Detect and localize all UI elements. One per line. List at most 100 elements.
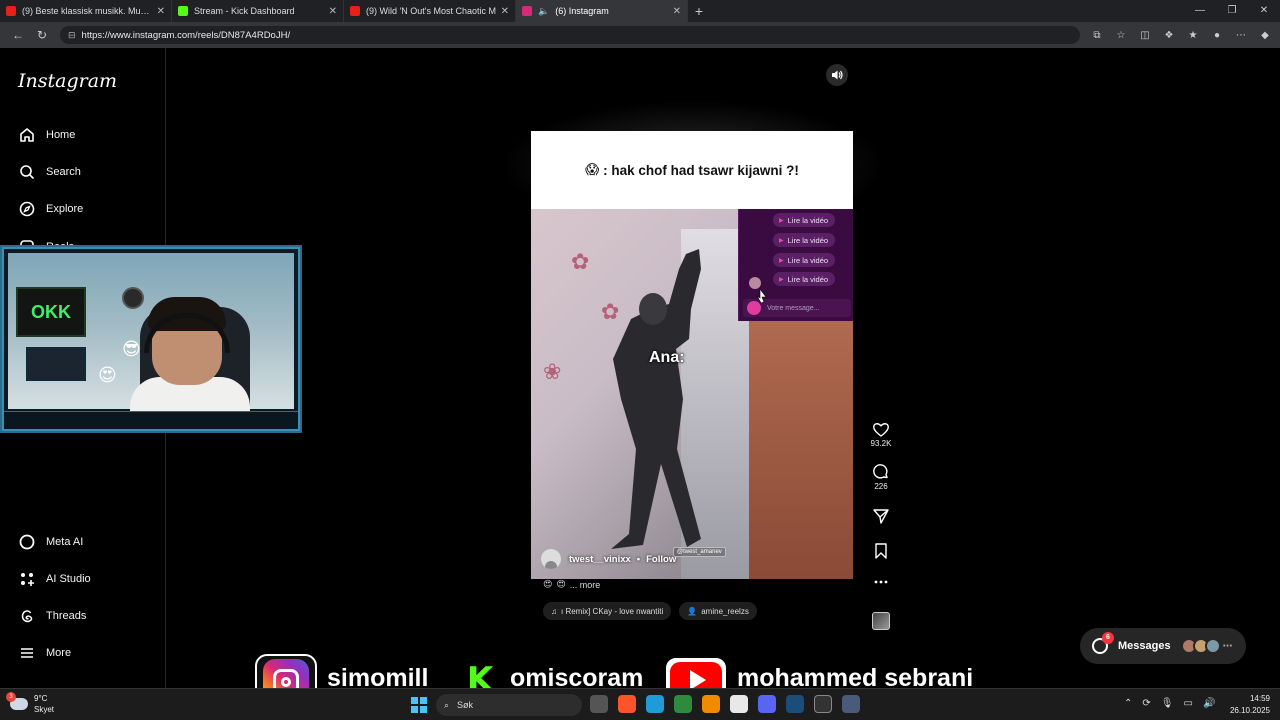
volume-button[interactable]: [826, 64, 848, 86]
browser-tab[interactable]: (9) Wild 'N Out's Most Chaotic M ✕: [344, 0, 516, 22]
youtube-favicon-icon: [350, 6, 360, 16]
follow-button[interactable]: Follow: [646, 554, 676, 565]
sidebar-item-threads[interactable]: Threads: [16, 601, 86, 631]
sync-icon[interactable]: ⟳: [1142, 698, 1150, 709]
wall-flower-decoration: ❀: [543, 359, 562, 384]
chevron-up-icon[interactable]: ⌃: [1124, 698, 1132, 709]
webcam-wall-clock: [122, 287, 144, 309]
brave-browser-icon[interactable]: [618, 695, 636, 713]
close-tab-icon[interactable]: ✕: [501, 6, 509, 17]
screen: (9) Beste klassisk musikk. Musikk ✕ Stre…: [0, 0, 1280, 720]
ellipsis-icon: ⋯: [1222, 640, 1233, 652]
browser-tab[interactable]: (9) Beste klassisk musikk. Musikk ✕: [0, 0, 172, 22]
compass-icon: [16, 198, 38, 220]
taskbar-clock[interactable]: 14:59 26.10.2025: [1200, 693, 1270, 717]
chat-overlay: ▶ Lire la vidéo ▶ Lire la vidéo ▶ Lire la v…: [738, 209, 853, 321]
play-video-chip[interactable]: ▶ Lire la vidéo: [773, 272, 835, 286]
sidebar-item-explore[interactable]: Explore: [16, 194, 83, 224]
file-explorer-icon[interactable]: [590, 695, 608, 713]
site-info-icon[interactable]: ⊟: [68, 30, 76, 41]
tab-title: (9) Wild 'N Out's Most Chaotic M: [366, 6, 496, 16]
play-video-chip[interactable]: ▶ Lire la vidéo: [773, 233, 835, 247]
close-window-icon[interactable]: ✕: [1248, 0, 1280, 22]
new-tab-button[interactable]: +: [688, 3, 710, 19]
restore-icon[interactable]: ❐: [1216, 0, 1248, 22]
windows-taskbar: 3 9°C Skyet ⌕ Søk ⌃ ⟳ 🎙 ▭ 🔊 14:59 26.10.…: [0, 688, 1280, 720]
vlc-icon[interactable]: [702, 695, 720, 713]
heart-eyes-emoji-icon: 😍: [543, 579, 553, 589]
like-count: 93.2K: [870, 439, 892, 448]
camera-icon[interactable]: [747, 301, 761, 315]
sidebar-item-ai-studio[interactable]: AI Studio: [16, 564, 91, 594]
reload-icon[interactable]: ↻: [30, 28, 54, 42]
instagram-logo[interactable]: Instagram: [18, 70, 117, 92]
video-overlay-label: Ana:: [649, 349, 685, 366]
play-video-chip[interactable]: ▶ Lire la vidéo: [773, 253, 835, 267]
speaker-icon: [832, 70, 843, 80]
audio-pill[interactable]: ♫ ı Remix] CKay - love nwantiti: [543, 602, 672, 620]
share-button[interactable]: [866, 508, 896, 524]
wall-flower-decoration: ✿: [571, 249, 590, 274]
chat-avatar: [749, 277, 761, 289]
avatar[interactable]: [541, 549, 561, 569]
comment-button[interactable]: 226: [866, 464, 896, 491]
windows-start-icon[interactable]: [411, 697, 427, 713]
browser-tab-active[interactable]: 🔈 (6) Instagram ✕: [516, 0, 688, 22]
close-tab-icon[interactable]: ✕: [673, 6, 681, 17]
profile-avatar-icon[interactable]: ●: [1208, 30, 1226, 41]
network-icon[interactable]: ▭: [1183, 698, 1192, 709]
more-link[interactable]: ... more: [570, 580, 601, 590]
obs-icon[interactable]: [814, 695, 832, 713]
microphone-icon[interactable]: 🎙: [1161, 698, 1174, 709]
reel-caption-bar: 😱 : hak chof had tsawr kijawni ?!: [531, 131, 853, 209]
settings-icon[interactable]: [842, 695, 860, 713]
url-text: https://www.instagram.com/reels/DN87A4RD…: [81, 29, 291, 41]
more-options-button[interactable]: [866, 580, 896, 584]
back-icon[interactable]: ←: [6, 28, 30, 42]
save-button[interactable]: [866, 543, 896, 559]
edge-browser-icon[interactable]: [646, 695, 664, 713]
reel-description: 😍 😍 ... more: [543, 579, 600, 590]
copilot-icon[interactable]: ◆: [1256, 30, 1274, 41]
taskbar-search[interactable]: ⌕ Søk: [436, 694, 582, 716]
reel-video-player[interactable]: 😱 : hak chof had tsawr kijawni ?! ✿ ❀ ✿ …: [531, 131, 853, 579]
sidebar-item-label: Explore: [46, 203, 84, 215]
audio-thumbnail[interactable]: [872, 612, 890, 630]
window-controls: — ❐ ✕: [1184, 0, 1280, 22]
reel-caption-text: : hak chof had tsawr kijawni ?!: [603, 162, 799, 178]
person-icon: 👤: [687, 606, 698, 616]
url-field[interactable]: ⊟ https://www.instagram.com/reels/DN87A4…: [60, 26, 1080, 44]
mouse-pointer-icon: [757, 289, 767, 303]
weather-widget[interactable]: 3 9°C Skyet: [6, 692, 54, 715]
browser-tab[interactable]: Stream - Kick Dashboard ✕: [172, 0, 344, 22]
like-button[interactable]: 93.2K: [866, 422, 896, 448]
favorites-icon[interactable]: ★: [1184, 30, 1202, 41]
speaker-icon[interactable]: 🔈: [538, 6, 549, 17]
sidebar-item-search[interactable]: Search: [16, 157, 81, 187]
close-tab-icon[interactable]: ✕: [329, 6, 337, 17]
favorite-star-icon[interactable]: ☆: [1112, 30, 1130, 41]
xbox-icon[interactable]: [674, 695, 692, 713]
minimize-icon[interactable]: —: [1184, 0, 1216, 22]
split-screen-icon[interactable]: ◫: [1136, 30, 1154, 41]
chat-placeholder: Votre message...: [767, 304, 820, 312]
reel-username[interactable]: twest__vinixx: [569, 554, 631, 565]
extensions-icon[interactable]: ⧉: [1088, 30, 1106, 41]
tagged-user-pill[interactable]: 👤 amine_reelzs: [679, 602, 757, 620]
sidebar-item-label: AI Studio: [46, 573, 91, 585]
messages-label: Messages: [1118, 640, 1171, 652]
play-video-chip[interactable]: ▶ Lire la vidéo: [773, 213, 835, 227]
unread-badge: 6: [1102, 632, 1114, 644]
microsoft-store-icon[interactable]: [730, 695, 748, 713]
settings-menu-icon[interactable]: ⋯: [1232, 30, 1250, 41]
sidebar-item-label: Search: [46, 166, 81, 178]
close-tab-icon[interactable]: ✕: [157, 6, 165, 17]
taskbar-apps: [590, 695, 860, 713]
tab-title: Stream - Kick Dashboard: [194, 6, 295, 16]
steam-icon[interactable]: [786, 695, 804, 713]
collections-icon[interactable]: ❖: [1160, 30, 1178, 41]
sidebar-item-meta-ai[interactable]: Meta AI: [16, 527, 83, 557]
toolbar-icons: ⧉ ☆ ◫ ❖ ★ ● ⋯ ◆: [1088, 30, 1274, 41]
sidebar-item-home[interactable]: Home: [16, 120, 75, 150]
discord-icon[interactable]: [758, 695, 776, 713]
